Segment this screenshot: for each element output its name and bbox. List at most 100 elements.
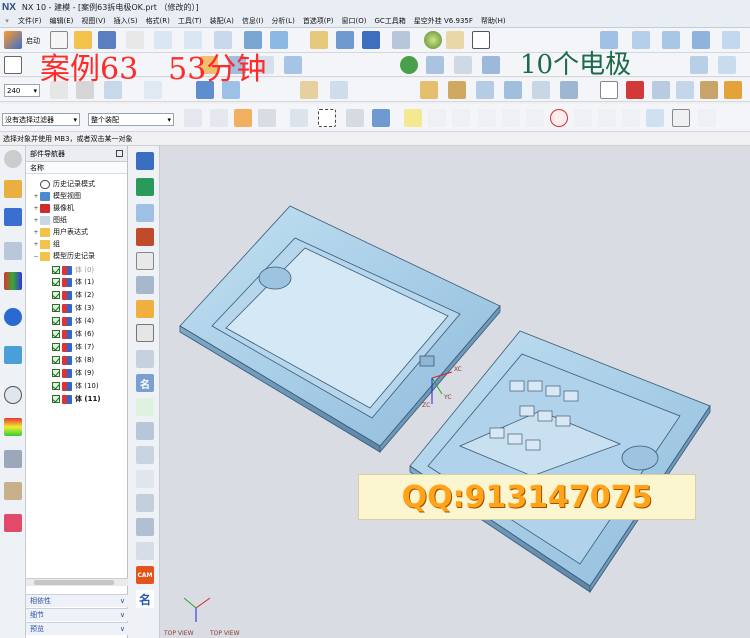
- model-view[interactable]: [160, 146, 750, 638]
- section-preview[interactable]: 预览 ∨: [26, 622, 128, 635]
- box-icon-5[interactable]: [532, 81, 550, 99]
- visibility-checkbox[interactable]: [52, 369, 60, 377]
- rb-icon-6[interactable]: [136, 276, 154, 294]
- menu-help[interactable]: 帮助(H): [477, 16, 510, 26]
- tree-expander[interactable]: +: [32, 217, 40, 224]
- part-navigator-icon[interactable]: [4, 242, 22, 260]
- tree-expander[interactable]: −: [32, 253, 40, 260]
- visibility-checkbox[interactable]: [52, 317, 60, 325]
- tree-item-cameras[interactable]: + 摄像机: [32, 202, 74, 214]
- select-icon-4[interactable]: [258, 109, 276, 127]
- select-icon-5[interactable]: [290, 109, 308, 127]
- web-icon[interactable]: [4, 346, 22, 364]
- surface-icon-3[interactable]: [662, 31, 680, 49]
- rb-icon-11[interactable]: [136, 446, 154, 464]
- select-icon-3[interactable]: [234, 109, 252, 127]
- section-dependencies[interactable]: 相依性 ∨: [26, 594, 128, 607]
- menu-assembly[interactable]: 装配(A): [206, 16, 238, 26]
- tree-item-body[interactable]: 体 (1): [52, 276, 94, 288]
- tree-item-body[interactable]: 体 (6): [52, 328, 94, 340]
- snap-icon-5[interactable]: [502, 109, 520, 127]
- tree-item-groups[interactable]: + 组: [32, 238, 60, 250]
- selection-filter-select[interactable]: 没有选择过滤器 ▾: [2, 113, 80, 126]
- tree-item-history-mode[interactable]: 历史记录模式: [32, 178, 95, 190]
- cube-icon[interactable]: [652, 81, 670, 99]
- navigator-scrollbar[interactable]: [26, 578, 128, 586]
- sphere-icon[interactable]: [424, 31, 442, 49]
- tree-item-body[interactable]: 体 (4): [52, 315, 94, 327]
- gear-icon[interactable]: [4, 150, 22, 168]
- menu-edit[interactable]: 编辑(E): [46, 16, 78, 26]
- system-icon[interactable]: [4, 514, 22, 532]
- menu-gc-toolkit[interactable]: GC工具箱: [370, 16, 409, 26]
- tree-item-body[interactable]: 体 (8): [52, 354, 94, 366]
- start-icon[interactable]: [4, 31, 22, 49]
- snap-icon-6[interactable]: [526, 109, 544, 127]
- window-icon[interactable]: [472, 31, 490, 49]
- menu-view[interactable]: 视图(V): [77, 16, 109, 26]
- surface-icon-4[interactable]: [692, 31, 710, 49]
- view-icon[interactable]: [446, 31, 464, 49]
- rb-icon-7[interactable]: [136, 300, 154, 318]
- tree-item-body[interactable]: 体 (9): [52, 367, 94, 379]
- cancel-icon[interactable]: [600, 81, 618, 99]
- rb-icon-10[interactable]: [136, 422, 154, 440]
- feature-icon-1[interactable]: [4, 56, 22, 74]
- check-icon[interactable]: [136, 398, 154, 416]
- select-icon-1[interactable]: [184, 109, 202, 127]
- rb-icon-8[interactable]: [136, 324, 154, 342]
- select-icon-8[interactable]: [372, 109, 390, 127]
- visibility-checkbox[interactable]: [52, 278, 60, 286]
- palette-icon[interactable]: [4, 418, 22, 436]
- feature-icon-5[interactable]: [284, 56, 302, 74]
- menu-preferences[interactable]: 首选项(P): [299, 16, 338, 26]
- snap-icon-7[interactable]: [550, 109, 568, 127]
- tree-expander[interactable]: +: [32, 205, 40, 212]
- snap-icon-3[interactable]: [452, 109, 470, 127]
- revolve-icon[interactable]: [270, 31, 288, 49]
- rb-icon-12[interactable]: [136, 470, 154, 488]
- feature-icon-10[interactable]: [690, 56, 708, 74]
- feature-icon-8[interactable]: [454, 56, 472, 74]
- box-icon-6[interactable]: [560, 81, 578, 99]
- menu-tools[interactable]: 工具(T): [174, 16, 206, 26]
- select-icon-6[interactable]: [318, 109, 336, 127]
- tree-item-body[interactable]: 体 (7): [52, 341, 94, 353]
- tree-expander[interactable]: +: [32, 241, 40, 248]
- select-icon-2[interactable]: [210, 109, 228, 127]
- menu-window[interactable]: 窗口(O): [338, 16, 371, 26]
- role-icon[interactable]: [4, 482, 22, 500]
- visibility-checkbox[interactable]: [52, 266, 60, 274]
- visibility-checkbox[interactable]: [52, 343, 60, 351]
- tree-item-expressions[interactable]: + 用户表达式: [32, 226, 88, 238]
- tree-expander[interactable]: +: [32, 193, 40, 200]
- scrollbar-thumb[interactable]: [34, 580, 114, 585]
- hole-icon[interactable]: [310, 31, 328, 49]
- visibility-checkbox[interactable]: [52, 356, 60, 364]
- snap-icon-9[interactable]: [598, 109, 616, 127]
- rb-icon-2[interactable]: [136, 178, 154, 196]
- surface-icon-2[interactable]: [632, 31, 650, 49]
- assembly-navigator-icon[interactable]: [4, 180, 22, 198]
- rb-icon-9[interactable]: [136, 350, 154, 368]
- name-column-header[interactable]: 名称: [26, 162, 127, 174]
- arrow-icon[interactable]: [676, 81, 694, 99]
- history-icon[interactable]: [4, 386, 22, 404]
- tree-item-body[interactable]: 体 (0): [52, 264, 94, 276]
- tool-icon[interactable]: [4, 450, 22, 468]
- snap-icon-2[interactable]: [428, 109, 446, 127]
- zoom-select[interactable]: 240 ▾: [4, 84, 40, 97]
- select-icon-7[interactable]: [346, 109, 364, 127]
- name-icon[interactable]: 名: [136, 374, 154, 392]
- boolean-icon[interactable]: [336, 31, 354, 49]
- feature-icon-6[interactable]: [400, 56, 418, 74]
- maximize-icon[interactable]: [116, 150, 123, 157]
- visibility-checkbox[interactable]: [52, 395, 60, 403]
- snap-icon-1[interactable]: [404, 109, 422, 127]
- box-icon-1[interactable]: [420, 81, 438, 99]
- tree-item-model-history[interactable]: − 模型历史记录: [32, 250, 95, 262]
- menu-analysis[interactable]: 分析(L): [267, 16, 298, 26]
- visibility-checkbox[interactable]: [52, 330, 60, 338]
- feature-icon-7[interactable]: [426, 56, 444, 74]
- feature-icon-11[interactable]: [718, 56, 736, 74]
